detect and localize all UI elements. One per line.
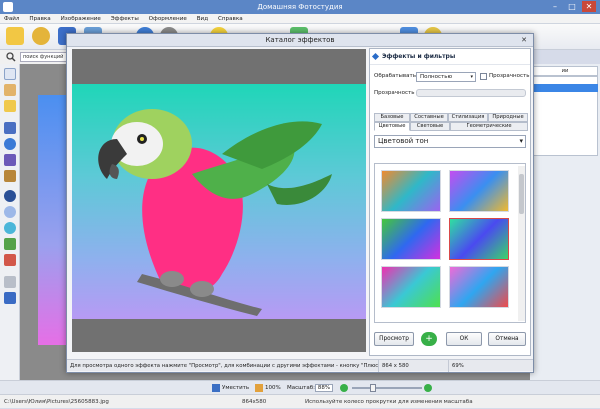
pencil-tool-icon[interactable]: [4, 154, 16, 166]
dialog-title-text: Каталог эффектов: [265, 36, 335, 44]
drop-tool-icon[interactable]: [4, 138, 16, 150]
gallery-icon[interactable]: [32, 27, 50, 45]
dialog-status-bar: Для просмотра одного эффекта нажмите "Пр…: [67, 359, 533, 372]
minimize-button[interactable]: –: [548, 1, 562, 12]
chevron-down-icon: ▾: [519, 137, 523, 145]
effects-panel-title: Эффекты и фильтры: [382, 53, 456, 60]
pointer-tool-icon[interactable]: [4, 68, 16, 80]
effect-thumbnail-selected[interactable]: [449, 218, 509, 260]
transparency-slider-label: Прозрачность: [374, 90, 415, 96]
effect-thumbnail[interactable]: [381, 218, 441, 260]
preview-area: [72, 49, 366, 352]
effect-select[interactable]: Цветовой тон ▾: [374, 135, 526, 148]
color-tool-icon[interactable]: [4, 238, 16, 250]
tab-color[interactable]: Цветовые: [374, 122, 410, 131]
status-file-path: C:\Users\Юлия\Pictures\25605883.jpg: [4, 399, 109, 405]
fit-icon: [212, 384, 220, 392]
ok-button[interactable]: ОК: [446, 332, 482, 346]
status-image-size: 864x580: [242, 399, 267, 405]
effect-select-value: Цветовой тон: [378, 137, 429, 145]
zoom-out-icon[interactable]: [340, 384, 348, 392]
fill-tool-icon[interactable]: [4, 254, 16, 266]
diamond-icon: [371, 52, 380, 61]
zoom-in-icon[interactable]: [424, 384, 432, 392]
scale-value[interactable]: 88%: [315, 384, 333, 392]
open-folder-icon[interactable]: [6, 27, 24, 45]
transparency-checkbox-label: Прозрачность: [489, 73, 530, 79]
status-bar: C:\Users\Юлия\Pictures\25605883.jpg 864x…: [0, 394, 600, 408]
preview-button[interactable]: Просмотр: [374, 332, 414, 346]
tab-composite[interactable]: Составные: [410, 113, 448, 122]
menu-image[interactable]: Изображение: [57, 14, 105, 24]
transparency-slider[interactable]: [416, 89, 526, 97]
dialog-close-button[interactable]: ✕: [519, 36, 529, 45]
search-icon: [6, 52, 16, 62]
resize-tool-icon[interactable]: [4, 292, 16, 304]
search-row: поиск функций: [0, 50, 70, 64]
effect-thumbnail[interactable]: [381, 170, 441, 212]
menu-edit[interactable]: Правка: [25, 14, 54, 24]
search-input[interactable]: поиск функций: [20, 52, 68, 62]
tab-stylization[interactable]: Стилизация: [448, 113, 488, 122]
effect-thumbnail[interactable]: [449, 266, 509, 308]
effect-thumbnails: [374, 163, 526, 323]
stamp-tool-icon[interactable]: [4, 170, 16, 182]
effect-thumbnail[interactable]: [381, 266, 441, 308]
status-hint: Используйте колесо прокрутки для изменен…: [305, 399, 473, 405]
lens-tool-icon[interactable]: [4, 206, 16, 218]
effects-panel-header: Эффекты и фильтры: [370, 49, 530, 65]
window-title: Домашняя Фотостудия: [257, 3, 343, 11]
menu-view[interactable]: Вид: [193, 14, 212, 24]
background-image-strip: [38, 95, 68, 345]
cancel-button[interactable]: Отмена: [488, 332, 526, 346]
effects-catalog-dialog: Каталог эффектов ✕ Эффекты и фильтры Обр…: [66, 33, 534, 373]
brush-tool-icon[interactable]: [4, 122, 16, 134]
dialog-status-hint: Для просмотра одного эффекта нажмите "Пр…: [67, 360, 379, 372]
menu-file[interactable]: Файл: [0, 14, 23, 24]
process-select-value: Полностью: [420, 74, 453, 80]
menu-effects[interactable]: Эффекты: [107, 14, 143, 24]
fit-button[interactable]: Уместить: [222, 381, 249, 395]
magic-tool-icon[interactable]: [4, 100, 16, 112]
maximize-button[interactable]: □: [565, 1, 579, 12]
close-button[interactable]: ✕: [582, 1, 596, 12]
tab-geometric[interactable]: Геометрические: [450, 122, 528, 131]
thumbnails-scrollbar[interactable]: [518, 166, 525, 321]
dialog-status-zoom: 69%: [452, 363, 464, 369]
layer-selected-row[interactable]: [532, 84, 598, 92]
scale-label: Масштаб:: [287, 385, 315, 391]
menu-bar: Файл Правка Изображение Эффекты Оформлен…: [0, 14, 600, 24]
blur-tool-icon[interactable]: [4, 222, 16, 234]
tab-light[interactable]: Световые: [410, 122, 450, 131]
process-label: Обрабатывать: [374, 73, 416, 79]
zoom-slider-handle[interactable]: [370, 384, 376, 392]
eye-tool-icon[interactable]: [4, 190, 16, 202]
zoom100-button[interactable]: 100%: [265, 381, 281, 395]
zoom100-icon: [255, 384, 263, 392]
parrot-photo: [72, 84, 366, 319]
effects-panel: Эффекты и фильтры Обрабатывать Полностью…: [369, 48, 531, 356]
plus-icon[interactable]: +: [421, 332, 437, 346]
process-select[interactable]: Полностью ▾: [416, 72, 476, 82]
title-bar: Домашняя Фотостудия – □ ✕: [0, 0, 600, 14]
tools-panel: [0, 64, 20, 394]
zoom-slider[interactable]: [352, 387, 422, 389]
tab-natural[interactable]: Природные: [488, 113, 528, 122]
scrollbar-thumb[interactable]: [519, 174, 524, 214]
effect-thumbnail[interactable]: [449, 170, 509, 212]
right-panel-tab[interactable]: ии: [532, 66, 598, 76]
right-panel: ии: [530, 64, 600, 380]
app-icon: [3, 2, 13, 12]
transparency-checkbox[interactable]: [480, 73, 487, 80]
tab-basic[interactable]: Базовые: [374, 113, 410, 122]
dialog-status-size: 864 x 580: [379, 360, 449, 372]
chevron-down-icon: ▾: [470, 74, 473, 80]
menu-design[interactable]: Оформление: [145, 14, 191, 24]
eraser-tool-icon[interactable]: [4, 276, 16, 288]
dialog-title: Каталог эффектов ✕: [67, 34, 533, 47]
parrot-image: [98, 109, 332, 316]
crop-tool-icon[interactable]: [4, 84, 16, 96]
zoom-bar: Уместить 100% Масштаб: 88%: [0, 380, 600, 394]
menu-help[interactable]: Справка: [214, 14, 247, 24]
